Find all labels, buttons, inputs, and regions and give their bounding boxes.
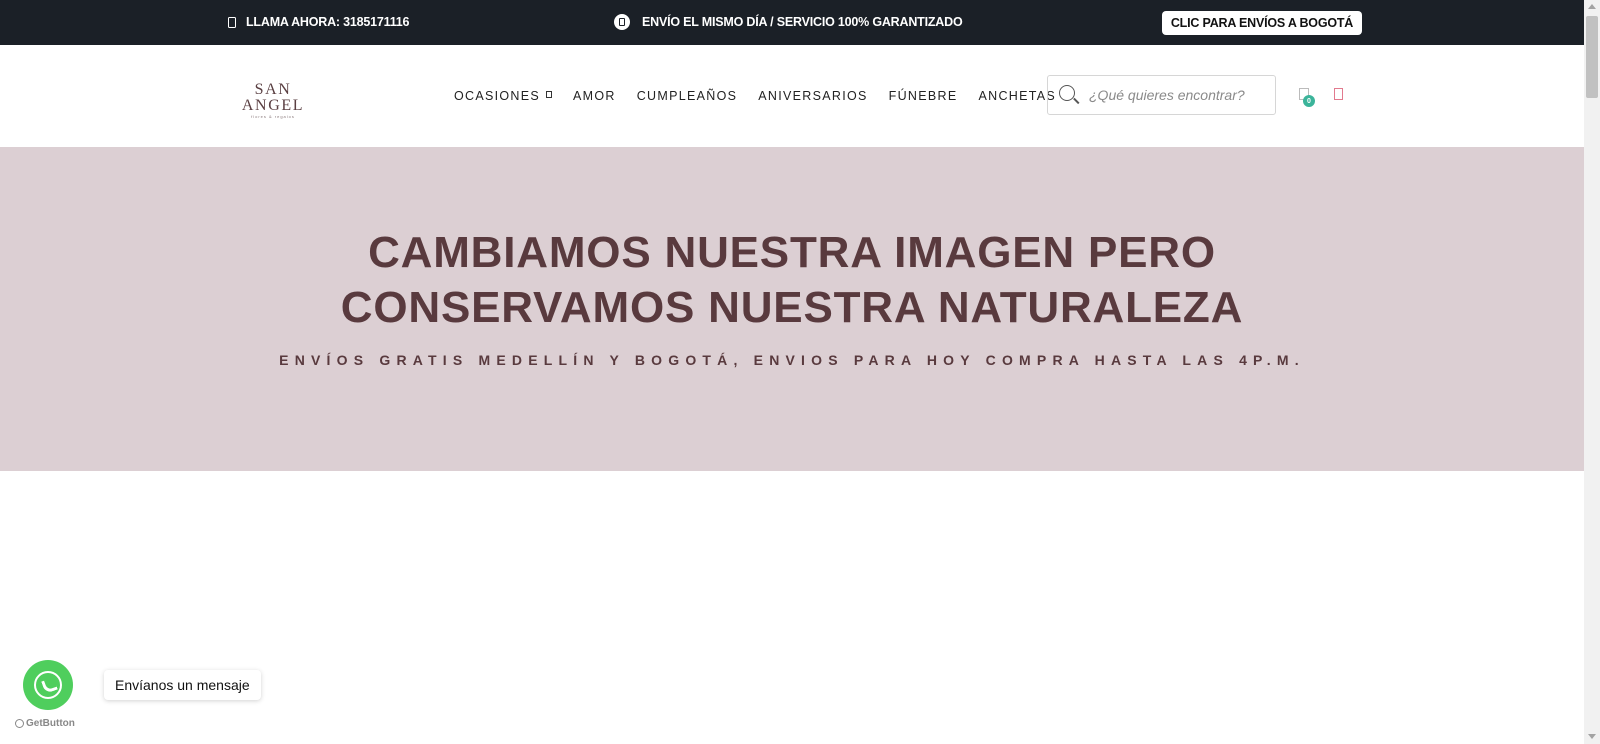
page-scrollbar[interactable] <box>1584 0 1600 744</box>
nav-item-cumpleanos[interactable]: CUMPLEAÑOS <box>637 89 738 103</box>
hero-subtitle: ENVÍOS GRATIS MEDELLÍN Y BOGOTÁ, ENVIOS … <box>279 352 1305 368</box>
shipping-notice: ENVÍO EL MISMO DÍA / SERVICIO 100% GARAN… <box>614 14 963 30</box>
hero-title: CAMBIAMOS NUESTRA IMAGEN PERO CONSERVAMO… <box>0 225 1584 335</box>
logo-subtext: flores & regalos <box>251 114 295 119</box>
nav-item-label: AMOR <box>573 89 616 103</box>
whatsapp-icon <box>34 671 62 699</box>
phone-icon <box>228 16 236 28</box>
scrollbar-thumb[interactable] <box>1586 16 1598 98</box>
hero-title-line1: CAMBIAMOS NUESTRA IMAGEN PERO <box>368 228 1216 277</box>
call-now[interactable]: LLAMA AHORA: 3185171116 <box>228 15 409 29</box>
logo[interactable]: SAN ANGEL flores & regalos <box>225 81 321 120</box>
getbutton-label: GetButton <box>26 718 75 729</box>
nav-item-ocasiones[interactable]: OCASIONES <box>454 89 553 103</box>
search-icon[interactable] <box>1059 85 1075 101</box>
call-label: LLAMA AHORA: 3185171116 <box>246 15 410 29</box>
getbutton-credit[interactable]: GetButton <box>15 718 75 729</box>
nav-item-label: FÚNEBRE <box>888 89 958 103</box>
page: LLAMA AHORA: 3185171116 ENVÍO EL MISMO D… <box>0 0 1600 744</box>
heart-icon[interactable] <box>1334 88 1343 100</box>
top-bar: LLAMA AHORA: 3185171116 ENVÍO EL MISMO D… <box>0 0 1584 45</box>
nav-item-label: OCASIONES <box>454 89 541 103</box>
nav-item-aniversarios[interactable]: ANIVERSARIOS <box>758 89 867 103</box>
chevron-down-icon <box>546 90 553 98</box>
nav-item-label: CUMPLEAÑOS <box>636 89 738 103</box>
search-input[interactable] <box>1089 85 1269 105</box>
nav-item-label: ANIVERSARIOS <box>758 89 868 103</box>
nav-item-funebre[interactable]: FÚNEBRE <box>889 89 958 103</box>
main-nav: OCASIONES AMOR CUMPLEAÑOS ANIVERSARIOS F… <box>454 89 1077 103</box>
clipboard-icon <box>614 14 630 30</box>
shipping-label: ENVÍO EL MISMO DÍA / SERVICIO 100% GARAN… <box>642 15 963 29</box>
search-box <box>1047 75 1276 115</box>
nav-item-label: ANCHETAS <box>978 89 1057 103</box>
hero-title-line2: CONSERVAMOS NUESTRA NATURALEZA <box>340 283 1244 332</box>
whatsapp-button[interactable] <box>23 660 73 710</box>
nav-item-anchetas[interactable]: ANCHETAS <box>978 89 1056 103</box>
whatsapp-tooltip[interactable]: Envíanos un mensaje <box>104 670 261 700</box>
bogota-shipping-button[interactable]: CLIC PARA ENVÍOS A BOGOTÁ <box>1162 11 1362 35</box>
nav-item-amor[interactable]: AMOR <box>573 89 616 103</box>
logo-text: SAN ANGEL <box>241 81 305 114</box>
header: SAN ANGEL flores & regalos OCASIONES AMO… <box>0 45 1584 147</box>
scroll-up-arrow-icon[interactable] <box>1588 4 1596 9</box>
scroll-down-arrow-icon[interactable] <box>1588 734 1596 739</box>
getbutton-icon <box>15 719 24 728</box>
cart-count-badge: 0 <box>1303 95 1315 107</box>
hero-banner: CAMBIAMOS NUESTRA IMAGEN PERO CONSERVAMO… <box>0 147 1584 471</box>
